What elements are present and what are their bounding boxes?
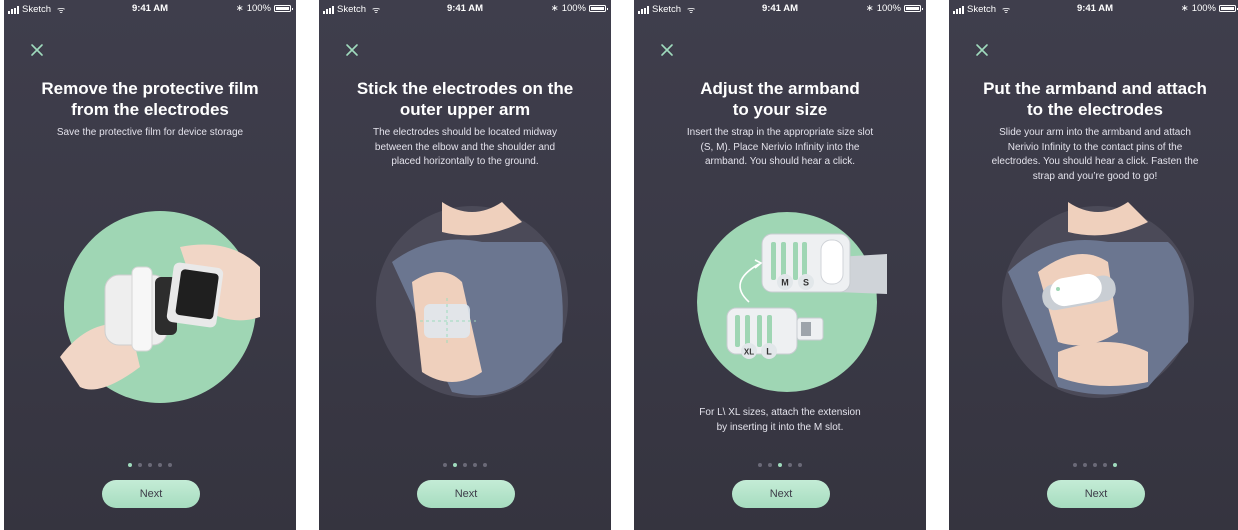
page-indicator bbox=[634, 463, 926, 467]
onboarding-screen-remove-film: Sketch ᯤ 9:41 AM ∗ 100% Remove the prote… bbox=[4, 0, 296, 530]
page-dot bbox=[798, 463, 802, 467]
page-dot bbox=[483, 463, 487, 467]
slot-label-s: S bbox=[803, 278, 809, 288]
screen-description: Slide your arm into the armband and atta… bbox=[991, 127, 1199, 182]
page-dot bbox=[168, 463, 172, 467]
status-bar: Sketch ᯤ 9:41 AM ∗ 100% bbox=[949, 0, 1238, 16]
page-dot bbox=[1073, 463, 1077, 467]
armband-size-illustration: M S XL L bbox=[687, 202, 887, 402]
screen-description: The electrodes should be located midway … bbox=[373, 127, 557, 167]
onboarding-screen-attach-armband: Sketch ᯤ 9:41 AM ∗ 100% Put the armband … bbox=[949, 0, 1238, 530]
screen-title: Put the armband and attach to the electr… bbox=[983, 79, 1207, 119]
close-button[interactable] bbox=[660, 43, 674, 57]
extension-note: For L\ XL sizes, attach the extension by… bbox=[699, 407, 861, 433]
page-dot bbox=[1093, 463, 1097, 467]
slot-label-l: L bbox=[766, 347, 772, 357]
status-bar: Sketch ᯤ 9:41 AM ∗ 100% bbox=[4, 0, 296, 16]
screen-title: Adjust the armband to your size bbox=[700, 79, 860, 119]
next-button[interactable]: Next bbox=[417, 480, 515, 508]
close-icon bbox=[31, 44, 43, 56]
page-dot bbox=[768, 463, 772, 467]
slot-label-xl: XL bbox=[744, 348, 754, 357]
page-dot bbox=[453, 463, 457, 467]
screen-description: Insert the strap in the appropriate size… bbox=[686, 127, 874, 167]
page-dot bbox=[758, 463, 762, 467]
page-dot bbox=[128, 463, 132, 467]
screen-title: Stick the electrodes on the outer upper … bbox=[356, 79, 574, 119]
bluetooth-icon: ∗ bbox=[865, 3, 874, 14]
next-button[interactable]: Next bbox=[102, 480, 200, 508]
battery-icon bbox=[589, 5, 608, 12]
page-indicator bbox=[4, 463, 296, 467]
screen-description: Save the protective film for device stor… bbox=[56, 127, 244, 138]
battery-percent: 100% bbox=[1191, 3, 1216, 14]
battery-percent: 100% bbox=[246, 3, 271, 14]
page-dot bbox=[473, 463, 477, 467]
page-dot bbox=[1083, 463, 1087, 467]
remove-film-illustration bbox=[60, 207, 260, 407]
page-dot bbox=[788, 463, 792, 467]
onboarding-screen-adjust-armband: Sketch ᯤ 9:41 AM ∗ 100% Adjust the armba… bbox=[634, 0, 926, 530]
page-indicator bbox=[949, 463, 1238, 467]
battery-percent: 100% bbox=[561, 3, 586, 14]
next-button[interactable]: Next bbox=[732, 480, 830, 508]
page-dot bbox=[158, 463, 162, 467]
battery-icon bbox=[274, 5, 293, 12]
battery-icon bbox=[1219, 5, 1238, 12]
close-icon bbox=[976, 44, 988, 56]
page-dot bbox=[463, 463, 467, 467]
close-icon bbox=[661, 44, 673, 56]
bluetooth-icon: ∗ bbox=[550, 3, 559, 14]
page-dot bbox=[443, 463, 447, 467]
page-dot bbox=[148, 463, 152, 467]
page-indicator bbox=[319, 463, 611, 467]
screen-title: Remove the protective film from the elec… bbox=[41, 79, 259, 119]
bluetooth-icon: ∗ bbox=[1180, 3, 1189, 14]
battery-icon bbox=[904, 5, 923, 12]
status-bar: Sketch ᯤ 9:41 AM ∗ 100% bbox=[634, 0, 926, 16]
close-button[interactable] bbox=[30, 43, 44, 57]
attach-armband-illustration bbox=[998, 202, 1198, 402]
close-icon bbox=[346, 44, 358, 56]
page-dot bbox=[1103, 463, 1107, 467]
close-button[interactable] bbox=[345, 43, 359, 57]
stick-electrodes-illustration bbox=[372, 202, 572, 402]
next-button[interactable]: Next bbox=[1047, 480, 1145, 508]
onboarding-screen-stick-electrodes: Sketch ᯤ 9:41 AM ∗ 100% Stick the electr… bbox=[319, 0, 611, 530]
bluetooth-icon: ∗ bbox=[235, 3, 244, 14]
close-button[interactable] bbox=[975, 43, 989, 57]
page-dot bbox=[778, 463, 782, 467]
page-dot bbox=[138, 463, 142, 467]
slot-label-m: M bbox=[781, 278, 789, 288]
page-dot bbox=[1113, 463, 1117, 467]
status-bar: Sketch ᯤ 9:41 AM ∗ 100% bbox=[319, 0, 611, 16]
battery-percent: 100% bbox=[876, 3, 901, 14]
